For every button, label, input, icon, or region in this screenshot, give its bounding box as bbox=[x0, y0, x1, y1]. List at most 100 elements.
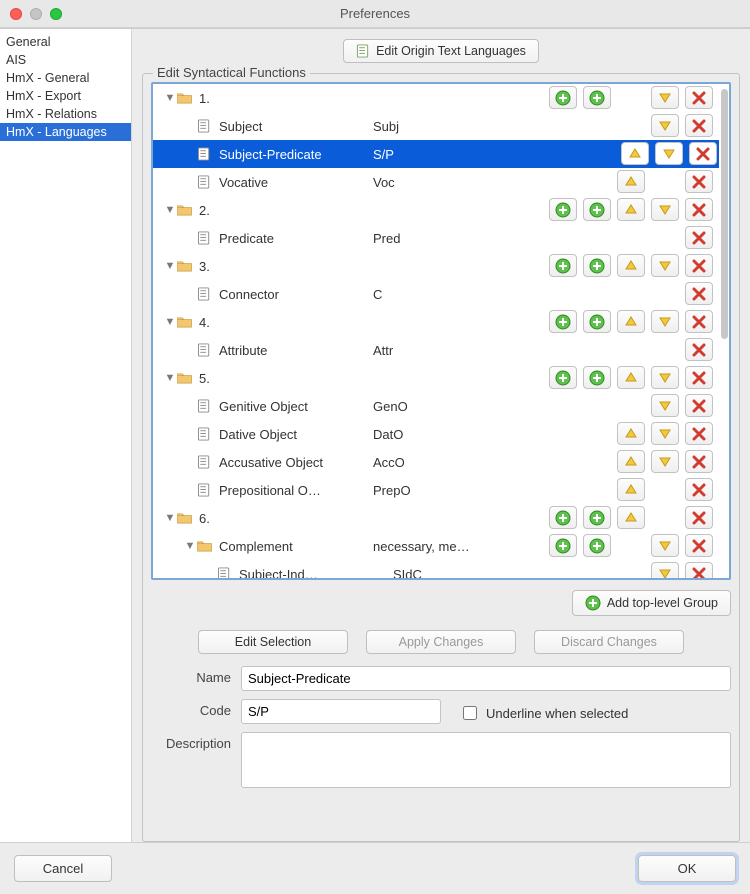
delete-button[interactable] bbox=[685, 310, 713, 333]
move-down-button[interactable] bbox=[651, 310, 679, 333]
sidebar-item-hmx-export[interactable]: HmX - Export bbox=[0, 87, 131, 105]
tree-row[interactable]: PredicatePred bbox=[153, 224, 719, 252]
tree-row[interactable]: SubjectSubj bbox=[153, 112, 719, 140]
tree-row[interactable]: Genitive ObjectGenO bbox=[153, 392, 719, 420]
tree-row[interactable]: ▼Complementnecessary, mea… bbox=[153, 532, 719, 560]
move-up-button[interactable] bbox=[617, 478, 645, 501]
move-down-button[interactable] bbox=[651, 422, 679, 445]
arrow-down-icon bbox=[661, 146, 677, 162]
delete-button[interactable] bbox=[685, 170, 713, 193]
delete-button[interactable] bbox=[685, 534, 713, 557]
tree-row[interactable]: Subject-PredicateS/P bbox=[153, 140, 719, 168]
move-down-button[interactable] bbox=[651, 534, 679, 557]
tree-row[interactable]: ConnectorC bbox=[153, 280, 719, 308]
underline-checkbox-input[interactable] bbox=[463, 706, 477, 720]
disclosure-triangle[interactable]: ▼ bbox=[163, 372, 177, 384]
add-button[interactable] bbox=[583, 366, 611, 389]
move-up-button[interactable] bbox=[617, 506, 645, 529]
move-up-button[interactable] bbox=[621, 142, 649, 165]
ok-button[interactable]: OK bbox=[638, 855, 736, 882]
move-down-button[interactable] bbox=[655, 142, 683, 165]
sidebar-item-hmx-languages[interactable]: HmX - Languages bbox=[0, 123, 131, 141]
tree-row[interactable]: VocativeVoc bbox=[153, 168, 719, 196]
delete-button[interactable] bbox=[685, 422, 713, 445]
tree-row[interactable]: ▼2. bbox=[153, 196, 719, 224]
add-button[interactable] bbox=[549, 534, 577, 557]
tree-row[interactable]: ▼4. bbox=[153, 308, 719, 336]
add-button[interactable] bbox=[549, 198, 577, 221]
delete-button[interactable] bbox=[685, 338, 713, 361]
add-button[interactable] bbox=[549, 506, 577, 529]
move-down-button[interactable] bbox=[651, 394, 679, 417]
move-up-button[interactable] bbox=[617, 366, 645, 389]
move-down-button[interactable] bbox=[651, 562, 679, 578]
functions-tree[interactable]: ▼1.SubjectSubjSubject-PredicateS/PVocati… bbox=[151, 82, 731, 580]
edit-selection-button[interactable]: Edit Selection bbox=[198, 630, 348, 654]
move-down-button[interactable] bbox=[651, 86, 679, 109]
tree-row[interactable]: Subject-Ind…SIdC bbox=[153, 560, 719, 578]
move-up-button[interactable] bbox=[617, 310, 645, 333]
move-down-button[interactable] bbox=[651, 366, 679, 389]
add-button[interactable] bbox=[583, 86, 611, 109]
delete-button[interactable] bbox=[685, 478, 713, 501]
underline-checkbox[interactable]: Underline when selected bbox=[459, 699, 628, 723]
sidebar-item-ais[interactable]: AIS bbox=[0, 51, 131, 69]
disclosure-triangle[interactable]: ▼ bbox=[163, 92, 177, 104]
cancel-button[interactable]: Cancel bbox=[14, 855, 112, 882]
description-field[interactable] bbox=[241, 732, 731, 788]
add-button[interactable] bbox=[549, 254, 577, 277]
add-button[interactable] bbox=[549, 86, 577, 109]
tree-row[interactable]: AttributeAttr bbox=[153, 336, 719, 364]
delete-button[interactable] bbox=[685, 114, 713, 137]
delete-button[interactable] bbox=[685, 366, 713, 389]
sidebar-item-hmx-relations[interactable]: HmX - Relations bbox=[0, 105, 131, 123]
disclosure-triangle[interactable]: ▼ bbox=[163, 316, 177, 328]
move-up-button[interactable] bbox=[617, 254, 645, 277]
name-field[interactable] bbox=[241, 666, 731, 691]
tree-row[interactable]: ▼3. bbox=[153, 252, 719, 280]
tree-row[interactable]: Dative ObjectDatO bbox=[153, 420, 719, 448]
disclosure-triangle[interactable]: ▼ bbox=[163, 204, 177, 216]
tree-row[interactable]: ▼5. bbox=[153, 364, 719, 392]
add-button[interactable] bbox=[583, 506, 611, 529]
add-top-level-group-button[interactable]: Add top-level Group bbox=[572, 590, 731, 616]
add-button[interactable] bbox=[583, 534, 611, 557]
add-button[interactable] bbox=[549, 310, 577, 333]
delete-button[interactable] bbox=[685, 254, 713, 277]
delete-button[interactable] bbox=[685, 506, 713, 529]
move-down-button[interactable] bbox=[651, 254, 679, 277]
add-button[interactable] bbox=[583, 254, 611, 277]
disclosure-triangle[interactable]: ▼ bbox=[163, 260, 177, 272]
move-up-button[interactable] bbox=[617, 450, 645, 473]
discard-changes-button[interactable]: Discard Changes bbox=[534, 630, 684, 654]
move-up-button[interactable] bbox=[617, 170, 645, 193]
delete-button[interactable] bbox=[685, 562, 713, 578]
delete-button[interactable] bbox=[685, 198, 713, 221]
delete-button[interactable] bbox=[685, 450, 713, 473]
move-down-button[interactable] bbox=[651, 114, 679, 137]
add-button[interactable] bbox=[583, 198, 611, 221]
tree-row[interactable]: Accusative ObjectAccO bbox=[153, 448, 719, 476]
tree-row[interactable]: Prepositional O…PrepO bbox=[153, 476, 719, 504]
move-up-button[interactable] bbox=[617, 198, 645, 221]
tree-row[interactable]: ▼1. bbox=[153, 84, 719, 112]
sidebar-item-hmx-general[interactable]: HmX - General bbox=[0, 69, 131, 87]
edit-origin-languages-button[interactable]: Edit Origin Text Languages bbox=[343, 39, 539, 63]
delete-button[interactable] bbox=[685, 86, 713, 109]
code-field[interactable] bbox=[241, 699, 441, 724]
disclosure-triangle[interactable]: ▼ bbox=[163, 512, 177, 524]
add-button[interactable] bbox=[549, 366, 577, 389]
sidebar-item-general[interactable]: General bbox=[0, 33, 131, 51]
scrollbar[interactable] bbox=[721, 89, 728, 339]
delete-button[interactable] bbox=[689, 142, 717, 165]
move-down-button[interactable] bbox=[651, 198, 679, 221]
move-down-button[interactable] bbox=[651, 450, 679, 473]
delete-button[interactable] bbox=[685, 282, 713, 305]
move-up-button[interactable] bbox=[617, 422, 645, 445]
delete-button[interactable] bbox=[685, 394, 713, 417]
disclosure-triangle[interactable]: ▼ bbox=[183, 540, 197, 552]
add-button[interactable] bbox=[583, 310, 611, 333]
apply-changes-button[interactable]: Apply Changes bbox=[366, 630, 516, 654]
tree-row[interactable]: ▼6. bbox=[153, 504, 719, 532]
delete-button[interactable] bbox=[685, 226, 713, 249]
